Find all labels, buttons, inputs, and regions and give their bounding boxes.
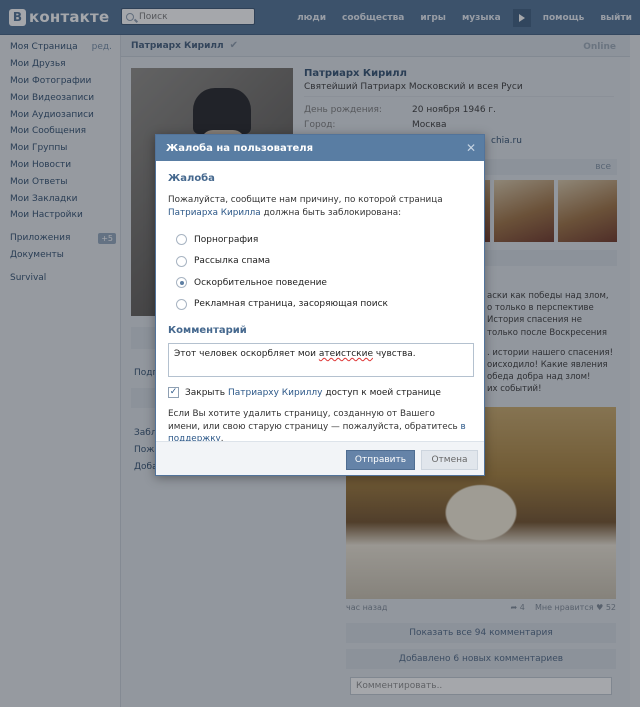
reason-label: Оскорбительное поведение xyxy=(194,277,327,288)
desc-text: должна быть заблокирована: xyxy=(260,207,402,218)
complaint-heading: Жалоба xyxy=(168,173,215,184)
send-button[interactable]: Отправить xyxy=(346,450,415,470)
block-access-row[interactable]: ✓ Закрыть Патриарху Кириллу доступ к мое… xyxy=(168,387,472,398)
cancel-button[interactable]: Отмена xyxy=(421,450,478,470)
desc-text: Пожалуйста, сообщите нам причину, по кот… xyxy=(168,195,443,205)
close-icon[interactable]: ✕ xyxy=(466,141,476,155)
note-text: Если Вы хотите удалить страницу, созданн… xyxy=(168,409,461,432)
reason-label: Рекламная страница, засоряющая поиск xyxy=(194,299,388,310)
comment-text: чувства. xyxy=(372,349,416,359)
dialog-footer: Отправить Отмена xyxy=(156,441,484,475)
checkbox-profile-link[interactable]: Патриарху Кириллу xyxy=(228,388,322,398)
radio-button[interactable] xyxy=(176,234,187,246)
checkbox-label: доступ к моей странице xyxy=(325,387,441,398)
block-access-checkbox[interactable]: ✓ xyxy=(168,387,179,398)
checkbox-label: Закрыть xyxy=(185,387,226,398)
comment-textarea[interactable]: Этот человек оскорбляет мои атеистские ч… xyxy=(168,343,474,377)
comment-heading: Комментарий xyxy=(168,325,247,336)
misspelled-word: атеистские xyxy=(318,349,373,359)
radio-button[interactable] xyxy=(176,255,187,267)
radio-button-selected[interactable] xyxy=(176,277,187,289)
complaint-description: Пожалуйста, сообщите нам причину, по кот… xyxy=(168,194,468,219)
reason-options: Порнография Рассылка спама Оскорбительно… xyxy=(176,229,472,315)
profile-link[interactable]: Патриарха Кирилла xyxy=(168,208,261,218)
comment-text: Этот человек оскорбляет мои xyxy=(174,349,319,359)
reason-option[interactable]: Рекламная страница, засоряющая поиск xyxy=(176,294,472,316)
reason-label: Порнография xyxy=(194,234,259,245)
dialog-title-bar: Жалоба на пользователя ✕ xyxy=(156,135,484,161)
radio-button[interactable] xyxy=(176,298,187,310)
dialog-body: Жалоба Пожалуйста, сообщите нам причину,… xyxy=(156,161,484,446)
dialog-title: Жалоба на пользователя xyxy=(166,142,314,154)
reason-option[interactable]: Рассылка спама xyxy=(176,251,472,273)
reason-option[interactable]: Порнография xyxy=(176,229,472,251)
delete-page-note: Если Вы хотите удалить страницу, созданн… xyxy=(168,408,468,446)
reason-label: Рассылка спама xyxy=(194,256,271,267)
reason-option[interactable]: Оскорбительное поведение xyxy=(176,272,472,294)
report-user-dialog: Жалоба на пользователя ✕ Жалоба Пожалуйс… xyxy=(155,134,485,476)
